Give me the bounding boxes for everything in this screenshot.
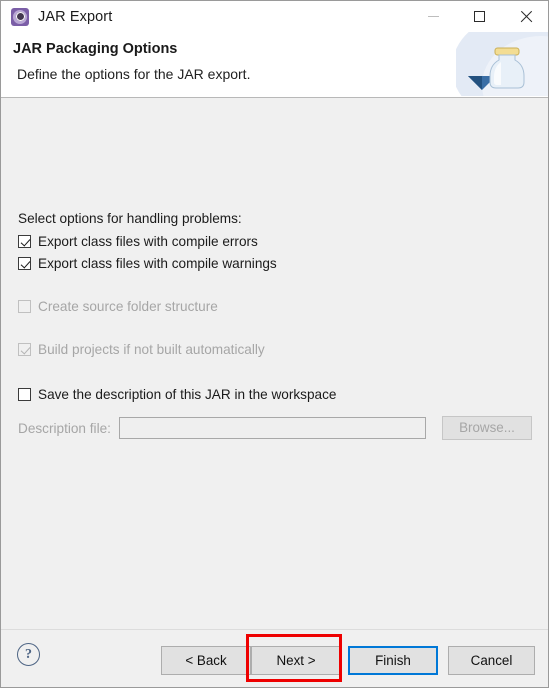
- maximize-icon: [473, 11, 485, 22]
- options-panel: Select options for handling problems: Ex…: [1, 98, 548, 629]
- help-icon[interactable]: ?: [17, 643, 40, 666]
- dialog-footer: ? < Back Next > Finish Cancel: [1, 629, 548, 687]
- close-icon: [519, 10, 532, 23]
- checkbox-indicator: [18, 300, 31, 313]
- minimize-icon: [427, 16, 439, 17]
- browse-button[interactable]: Browse...: [442, 416, 532, 440]
- checkbox-label: Save the description of this JAR in the …: [38, 387, 337, 402]
- title-bar: JAR Export: [1, 1, 548, 32]
- checkbox-export-compile-warnings[interactable]: Export class files with compile warnings: [18, 256, 277, 271]
- jar-export-icon: [11, 7, 29, 26]
- description-file-label: Description file:: [18, 420, 111, 436]
- checkbox-build-projects-if-not-built: Build projects if not built automaticall…: [18, 342, 265, 357]
- intro-label: Select options for handling problems:: [18, 211, 242, 226]
- minimize-button[interactable]: [410, 1, 456, 32]
- finish-button[interactable]: Finish: [348, 646, 438, 675]
- description-file-row: Description file: Browse...: [18, 416, 532, 440]
- checkbox-indicator[interactable]: [18, 235, 31, 248]
- next-button[interactable]: Next >: [251, 646, 341, 675]
- cancel-button[interactable]: Cancel: [448, 646, 535, 675]
- checkbox-label: Export class files with compile warnings: [38, 256, 277, 271]
- maximize-button[interactable]: [456, 1, 502, 32]
- jar-bottle-export-icon: [456, 32, 548, 96]
- page-title: JAR Packaging Options: [13, 41, 178, 57]
- jar-export-dialog: JAR Export JAR Packaging Options Define …: [0, 0, 549, 688]
- checkbox-indicator[interactable]: [18, 257, 31, 270]
- checkbox-label: Build projects if not built automaticall…: [38, 342, 265, 357]
- wizard-header: JAR Packaging Options Define the options…: [1, 32, 548, 98]
- checkbox-save-description-in-workspace[interactable]: Save the description of this JAR in the …: [18, 387, 336, 402]
- checkbox-label: Export class files with compile errors: [38, 234, 258, 249]
- checkbox-create-source-folder-structure: Create source folder structure: [18, 299, 218, 314]
- description-file-input[interactable]: [118, 417, 426, 439]
- window-title: JAR Export: [38, 8, 113, 25]
- checkbox-indicator: [18, 343, 31, 356]
- back-button[interactable]: < Back: [161, 646, 251, 675]
- page-subtitle: Define the options for the JAR export.: [17, 66, 251, 82]
- checkbox-label: Create source folder structure: [38, 299, 218, 314]
- close-button[interactable]: [502, 1, 548, 32]
- checkbox-export-compile-errors[interactable]: Export class files with compile errors: [18, 234, 258, 249]
- window-controls: [410, 1, 548, 32]
- checkbox-indicator[interactable]: [18, 388, 31, 401]
